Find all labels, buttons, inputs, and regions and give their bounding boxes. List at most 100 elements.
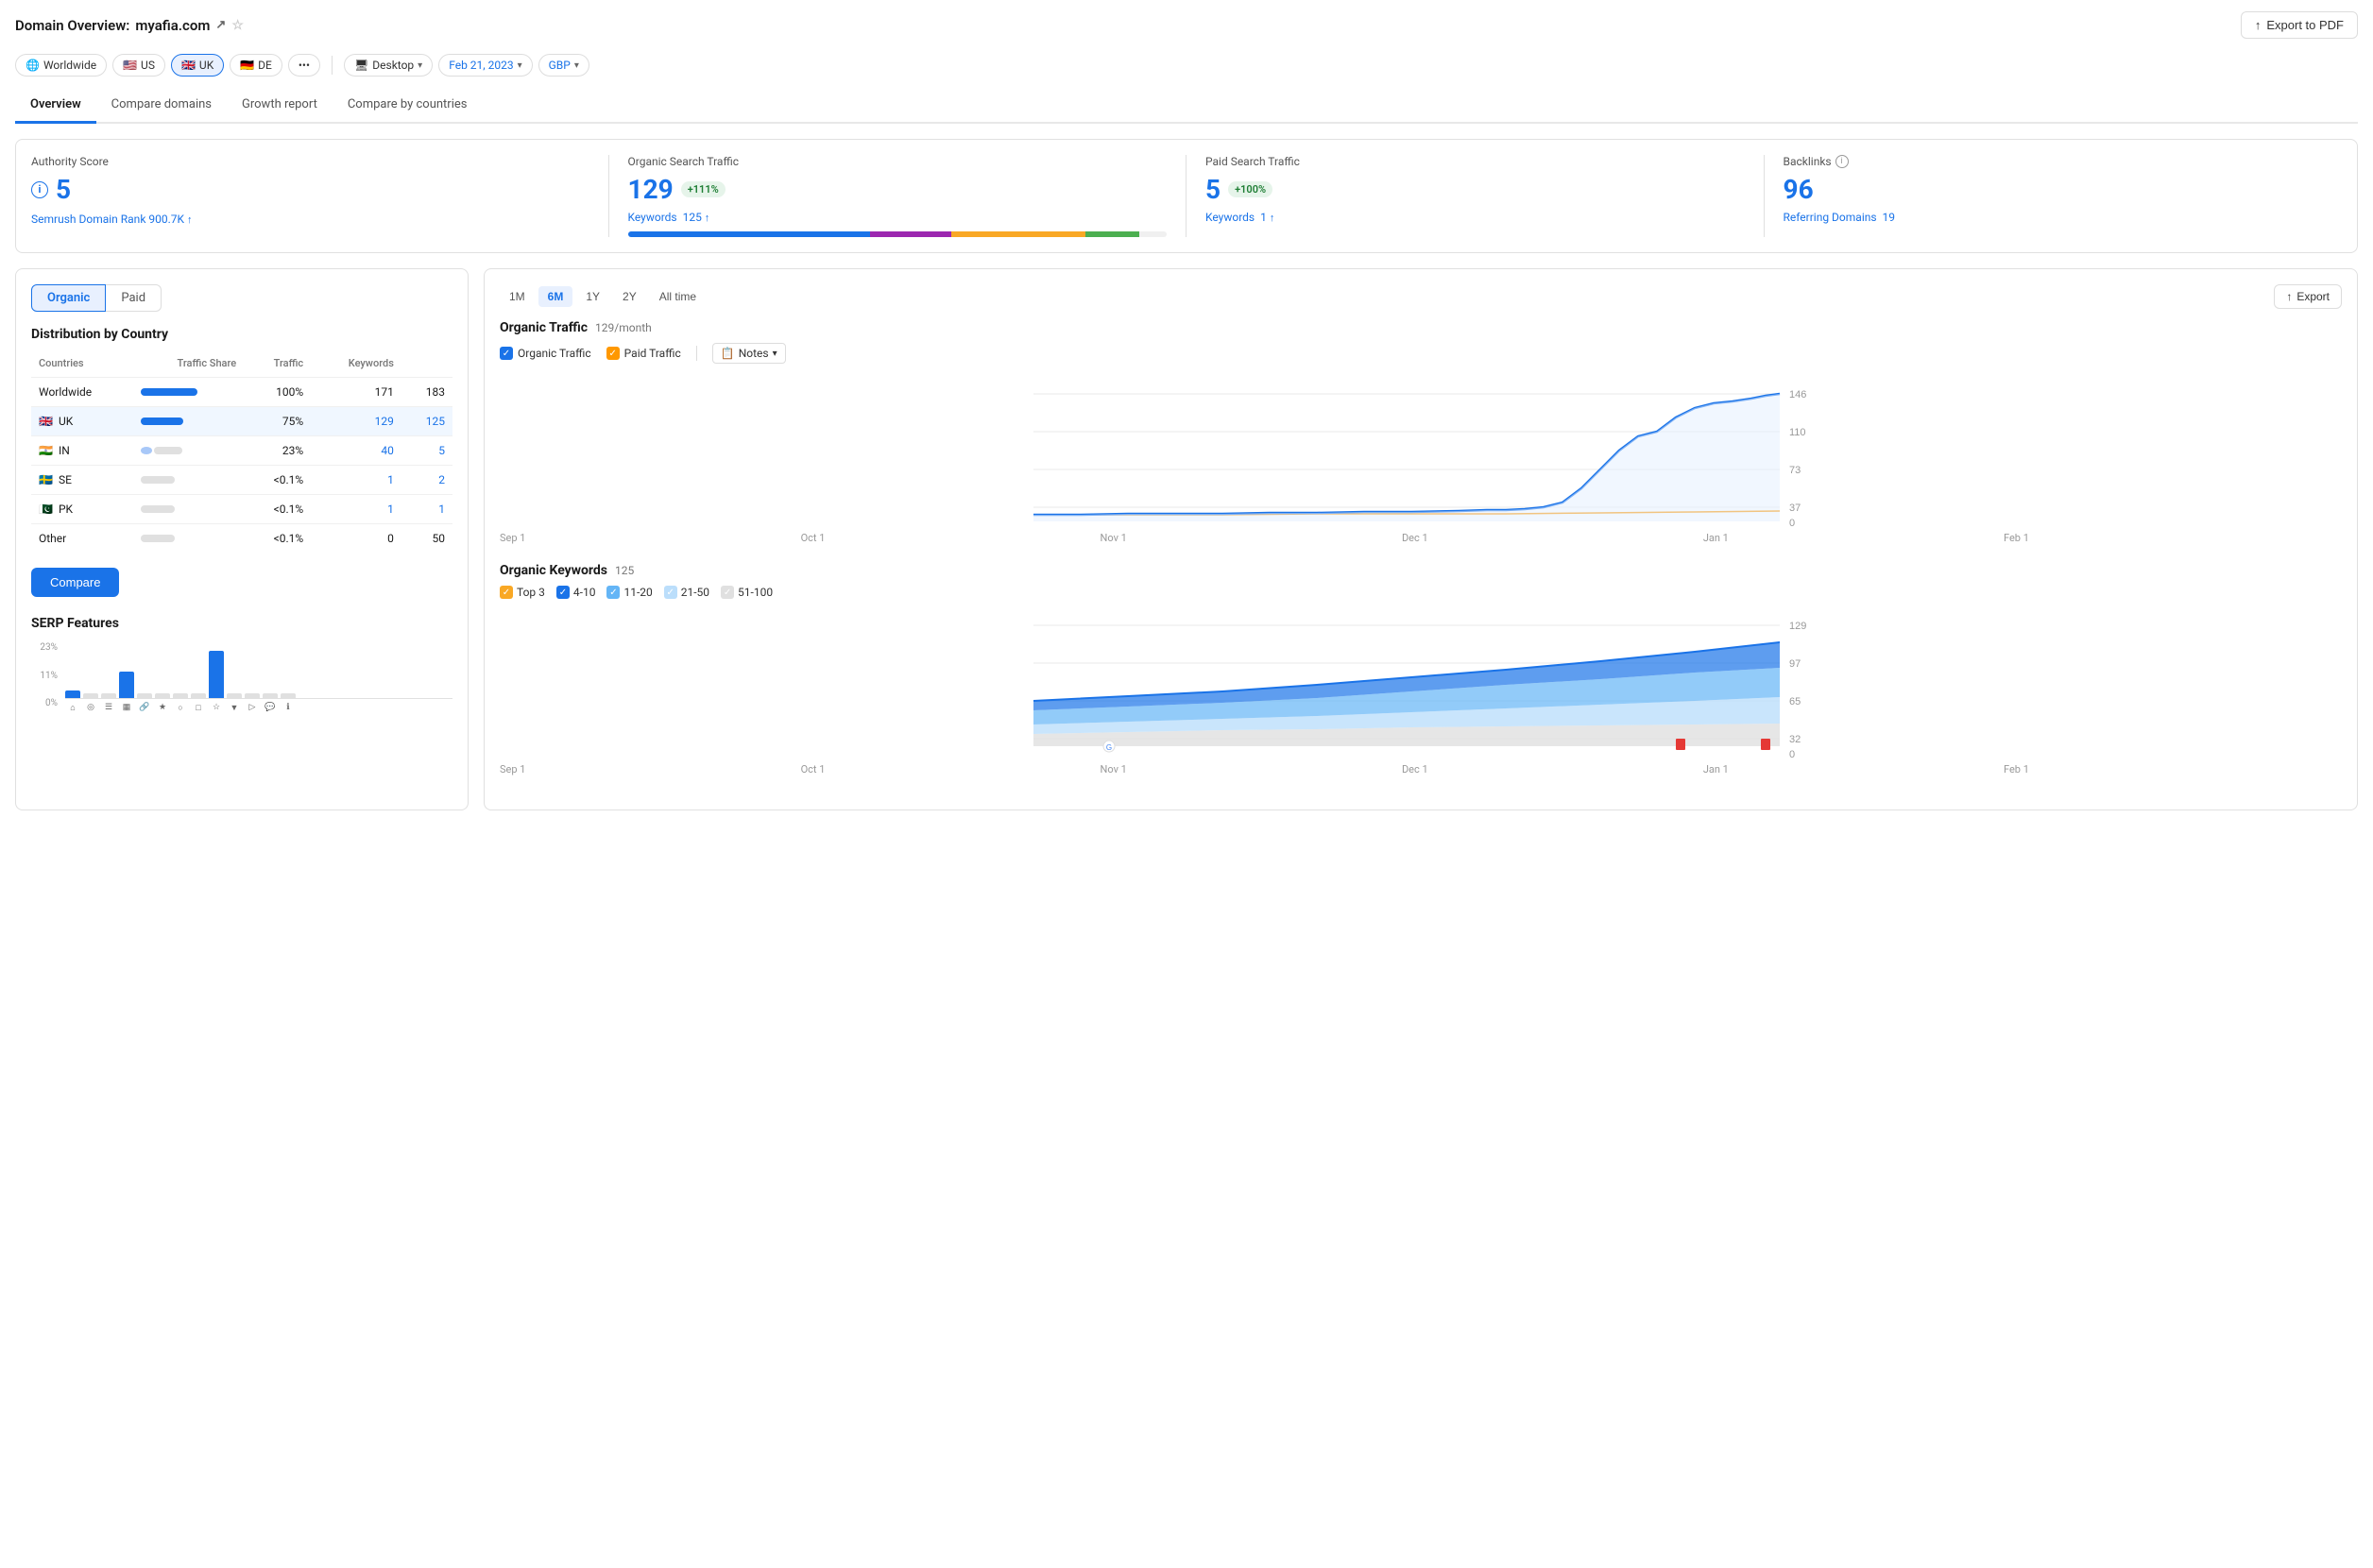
us-flag: 🇺🇸: [123, 59, 137, 72]
kw-1120-checkbox[interactable]: ✓: [606, 586, 620, 599]
uk-flag: 🇬🇧: [181, 59, 196, 72]
chart-legend: ✓ Organic Traffic ✓ Paid Traffic 📋 Notes…: [500, 343, 2342, 364]
us-selector[interactable]: 🇺🇸 US: [112, 54, 165, 77]
kw-top3-item[interactable]: ✓ Top 3: [500, 586, 545, 599]
organic-tab[interactable]: Organic: [31, 284, 106, 312]
chevron-down-icon: ▾: [518, 60, 522, 71]
paid-tab[interactable]: Paid: [106, 284, 162, 312]
x-label: Oct 1: [801, 532, 826, 544]
country-name: 🇮🇳IN: [31, 436, 133, 466]
kw-1120-item[interactable]: ✓ 11-20: [606, 586, 652, 599]
traffic-value: 100%: [244, 378, 311, 407]
time-2y[interactable]: 2Y: [613, 286, 646, 307]
info-circle-icon[interactable]: i: [1835, 155, 1849, 168]
kw-51100-checkbox[interactable]: ✓: [721, 586, 734, 599]
table-row: Other <0.1% 0 50: [31, 524, 452, 554]
chart-container: 146 110 73 37 0 Sep 1 Oct 1 Nov 1 Dec 1 …: [500, 375, 2342, 544]
kw-2150-checkbox[interactable]: ✓: [664, 586, 677, 599]
paid-checkbox[interactable]: ✓: [606, 347, 620, 360]
x-label: Jan 1: [1703, 532, 1729, 544]
kw-410-item[interactable]: ✓ 4-10: [556, 586, 596, 599]
semrush-rank: Semrush Domain Rank 900.7K ↑: [31, 213, 589, 226]
serp-icon: □: [191, 703, 206, 713]
kw-410-label: 4-10: [573, 586, 596, 599]
legend-divider: [696, 346, 697, 361]
uk-selector[interactable]: 🇬🇧 UK: [171, 54, 224, 77]
traffic-percent: 23%: [244, 436, 311, 466]
tab-growth-report[interactable]: Growth report: [227, 88, 333, 124]
table-row: 🇸🇪SE <0.1% 1 2: [31, 466, 452, 495]
organic-legend-item[interactable]: ✓ Organic Traffic: [500, 347, 591, 360]
info-icon[interactable]: i: [31, 181, 48, 198]
de-selector[interactable]: 🇩🇪 DE: [230, 54, 282, 77]
serp-icons-row: ⌂ ◎ ☰ ▦ 🔗 ★ ○ □ ☆ ▼ ▷ �: [65, 703, 452, 713]
time-1y[interactable]: 1Y: [576, 286, 609, 307]
backlinks-card: Backlinks i 96 Referring Domains 19: [1765, 155, 2343, 237]
chevron-down-icon: ▾: [574, 60, 579, 71]
country-name: 🇸🇪SE: [31, 466, 133, 495]
main-content: Organic Paid Distribution by Country Cou…: [15, 268, 2358, 810]
compare-button[interactable]: Compare: [31, 568, 119, 597]
country-name: 🇵🇰PK: [31, 495, 133, 524]
traffic-percent: <0.1%: [244, 495, 311, 524]
serp-chart: 23% 11% 0%: [31, 642, 452, 713]
svg-text:110: 110: [1789, 427, 1806, 438]
desktop-selector[interactable]: 🖥 Desktop ▾: [344, 54, 433, 77]
de-flag: 🇩🇪: [240, 59, 254, 72]
organic-traffic-card: Organic Search Traffic 129 +111% Keyword…: [609, 155, 1187, 237]
star-icon[interactable]: ☆: [231, 18, 244, 33]
serp-bars-area: ⌂ ◎ ☰ ▦ 🔗 ★ ○ □ ☆ ▼ ▷ �: [65, 642, 452, 713]
kw-51100-item[interactable]: ✓ 51-100: [721, 586, 773, 599]
time-1m[interactable]: 1M: [500, 286, 535, 307]
x-label: Oct 1: [801, 763, 826, 775]
traffic-progress-bar: [628, 231, 1168, 237]
serp-icon: ★: [155, 703, 170, 713]
traffic-count: 0: [311, 524, 401, 554]
kw-2150-item[interactable]: ✓ 21-50: [664, 586, 709, 599]
tab-overview[interactable]: Overview: [15, 88, 96, 124]
kw-410-checkbox[interactable]: ✓: [556, 586, 570, 599]
organic-keywords-title: Organic Keywords 125: [500, 563, 2342, 578]
more-button[interactable]: •••: [288, 54, 320, 77]
notes-icon: 📋: [721, 347, 735, 360]
traffic-share-bar: [133, 466, 244, 495]
serp-bar: [173, 693, 188, 698]
serp-icon: ◎: [83, 703, 98, 713]
serp-y-axis: 23% 11% 0%: [31, 642, 58, 708]
currency-selector[interactable]: GBP ▾: [538, 54, 589, 77]
time-alltime[interactable]: All time: [650, 286, 706, 307]
progress-purple: [870, 231, 951, 237]
traffic-percent: <0.1%: [244, 524, 311, 554]
export-button[interactable]: ↑ Export: [2274, 284, 2342, 309]
external-link-icon[interactable]: ↗: [215, 18, 226, 32]
date-selector[interactable]: Feb 21, 2023 ▾: [438, 54, 532, 77]
col-countries: Countries: [31, 353, 133, 378]
col-keywords: Keywords: [311, 353, 401, 378]
traffic-count: 40: [311, 436, 401, 466]
table-row: 🇬🇧UK 75% 129 125: [31, 407, 452, 436]
x-label: Feb 1: [2004, 763, 2029, 775]
organic-checkbox[interactable]: ✓: [500, 347, 513, 360]
kw-1120-label: 11-20: [623, 586, 652, 599]
time-6m[interactable]: 6M: [538, 286, 573, 307]
bar-pk: [141, 505, 175, 513]
page-header: Domain Overview: myafia.com ↗ ☆ ↑ Export…: [15, 11, 2358, 48]
serp-bar: [245, 693, 260, 698]
serp-bar: [119, 672, 134, 698]
serp-bar: [83, 693, 98, 698]
x-label: Jan 1: [1703, 763, 1729, 775]
paid-legend-item[interactable]: ✓ Paid Traffic: [606, 347, 681, 360]
traffic-count: 1: [311, 495, 401, 524]
tab-compare-domains[interactable]: Compare domains: [96, 88, 227, 124]
export-pdf-button[interactable]: ↑ Export to PDF: [2241, 11, 2358, 39]
tab-compare-countries[interactable]: Compare by countries: [333, 88, 483, 124]
x-label: Sep 1: [500, 532, 525, 544]
serp-icon: ○: [173, 703, 188, 713]
notes-button[interactable]: 📋 Notes ▾: [712, 343, 786, 364]
header-title: Domain Overview: myafia.com ↗ ☆: [15, 17, 244, 34]
worldwide-selector[interactable]: 🌐 Worldwide: [15, 54, 107, 77]
keywords-legend: ✓ Top 3 ✓ 4-10 ✓ 11-20: [500, 586, 2342, 599]
kw-top3-checkbox[interactable]: ✓: [500, 586, 513, 599]
authority-score-value: i 5: [31, 174, 589, 205]
serp-bar: [281, 693, 296, 698]
